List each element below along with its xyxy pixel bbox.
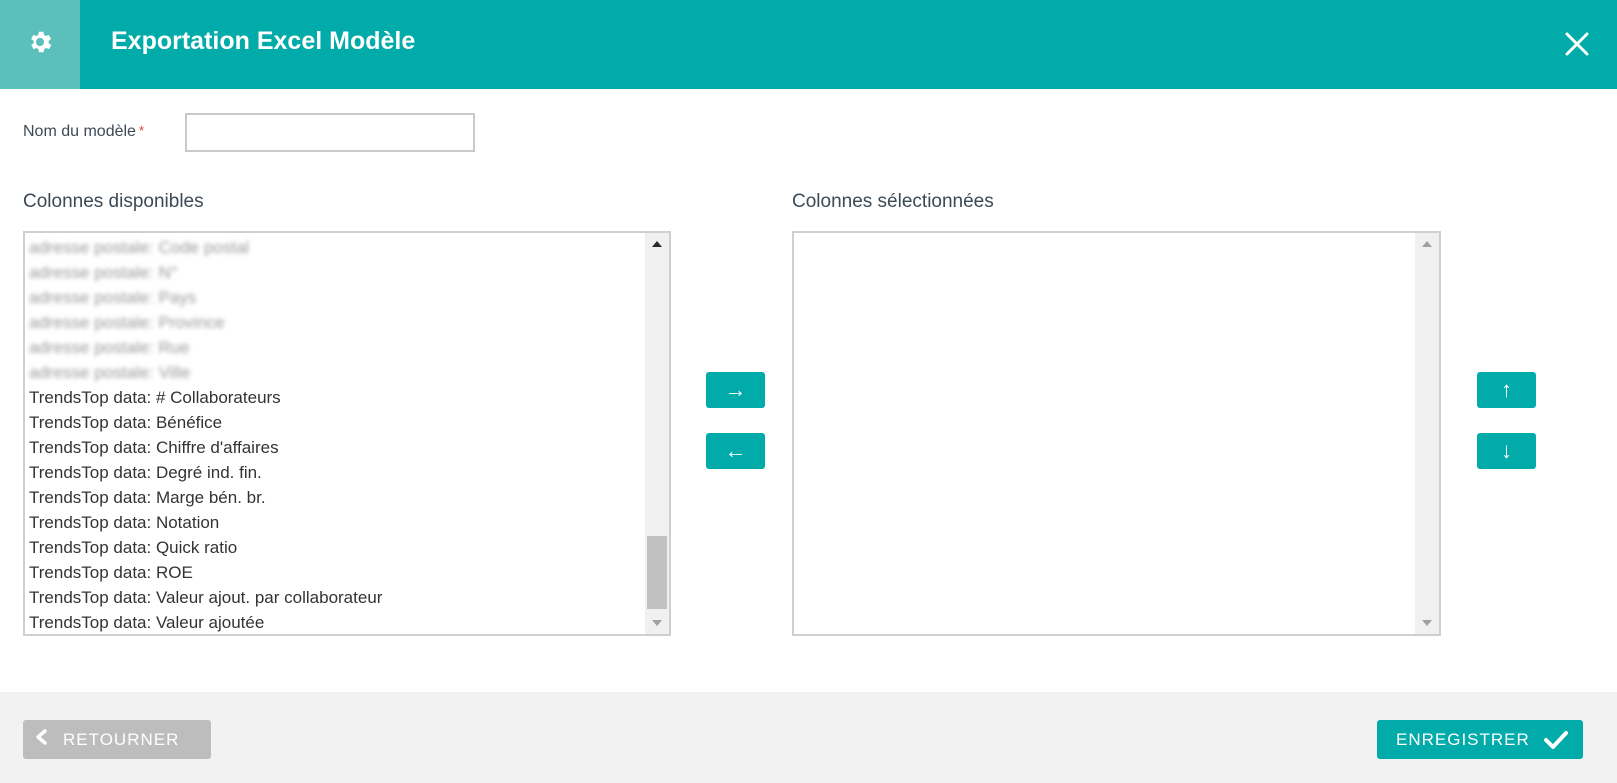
list-item[interactable]: TrendsTop data: ROE — [29, 560, 669, 585]
arrow-left-icon: ← — [724, 438, 747, 463]
scroll-up-arrow-icon[interactable] — [645, 233, 669, 255]
list-item[interactable]: TrendsTop data: Notation — [29, 510, 669, 535]
list-item[interactable]: TrendsTop data: Bénéfice — [29, 410, 669, 435]
scroll-down-arrow-icon[interactable] — [645, 612, 669, 634]
available-columns-list[interactable]: adresse postale: Code postal adresse post… — [23, 231, 671, 636]
list-item[interactable]: TrendsTop data: Valeur ajoutée — [29, 610, 669, 634]
dialog-footer — [0, 692, 1617, 783]
list-item[interactable]: adresse postale: Province — [29, 310, 669, 335]
scroll-thumb[interactable] — [647, 536, 667, 609]
move-down-button[interactable]: ↓ — [1477, 433, 1536, 469]
model-name-input[interactable] — [185, 113, 475, 152]
gear-icon — [26, 28, 54, 61]
arrow-right-icon: → — [724, 377, 747, 402]
arrow-up-icon: ↑ — [1501, 377, 1512, 402]
save-button[interactable]: ENREGISTRER — [1377, 720, 1583, 759]
close-button[interactable] — [1559, 26, 1595, 62]
model-name-label: Nom du modèle * — [23, 123, 144, 141]
list-item[interactable]: adresse postale: Pays — [29, 285, 669, 310]
list-item[interactable]: TrendsTop data: Degré ind. fin. — [29, 460, 669, 485]
checkmark-icon — [1543, 730, 1568, 750]
back-button[interactable]: RETOURNER — [23, 720, 211, 759]
list-item[interactable]: adresse postale: N° — [29, 260, 669, 285]
close-icon — [1559, 32, 1595, 66]
remove-column-button[interactable]: ← — [706, 433, 765, 469]
settings-button[interactable] — [0, 0, 80, 89]
save-button-label: ENREGISTRER — [1396, 729, 1530, 749]
available-scrollbar[interactable] — [645, 233, 669, 634]
scroll-down-arrow-icon[interactable] — [1415, 612, 1439, 634]
add-column-button[interactable]: → — [706, 372, 765, 408]
list-item[interactable]: TrendsTop data: # Collaborateurs — [29, 385, 669, 410]
move-up-button[interactable]: ↑ — [1477, 372, 1536, 408]
list-item[interactable]: adresse postale: Rue — [29, 335, 669, 360]
list-item[interactable]: TrendsTop data: Marge bén. br. — [29, 485, 669, 510]
arrow-down-icon: ↓ — [1501, 438, 1512, 463]
required-marker: * — [138, 123, 145, 138]
list-item[interactable]: adresse postale: Code postal — [29, 235, 669, 260]
list-item[interactable]: TrendsTop data: Valeur ajout. par collab… — [29, 585, 669, 610]
selected-columns-list[interactable] — [792, 231, 1441, 636]
list-item[interactable]: adresse postale: Ville — [29, 360, 669, 385]
model-name-label-text: Nom du modèle — [23, 123, 136, 140]
dialog-header: Exportation Excel Modèle — [0, 0, 1617, 89]
list-item[interactable]: TrendsTop data: Quick ratio — [29, 535, 669, 560]
chevron-left-icon — [35, 729, 47, 750]
dialog-title: Exportation Excel Modèle — [111, 27, 416, 55]
available-columns-title: Colonnes disponibles — [23, 191, 204, 212]
selected-scrollbar[interactable] — [1415, 233, 1439, 634]
selected-columns-title: Colonnes sélectionnées — [792, 191, 994, 212]
back-button-label: RETOURNER — [63, 729, 180, 749]
scroll-up-arrow-icon[interactable] — [1415, 233, 1439, 255]
list-item[interactable]: TrendsTop data: Chiffre d'affaires — [29, 435, 669, 460]
